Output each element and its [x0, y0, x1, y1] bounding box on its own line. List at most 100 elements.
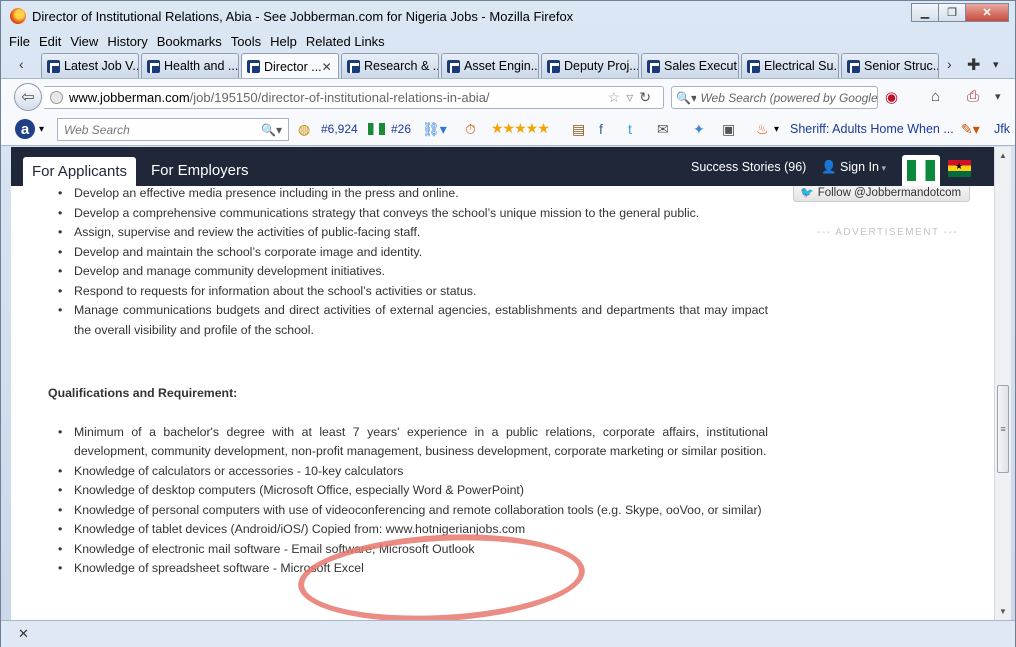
fire-icon[interactable]: ♨ [756, 121, 769, 138]
tab-asset[interactable]: Asset Engin... [441, 53, 539, 78]
search-engine-icon[interactable]: 🔍▾ [676, 91, 696, 105]
news-headline-link[interactable]: Sheriff: Adults Home When ... [790, 122, 954, 136]
tab-list-chevron-down-icon[interactable]: ▾ [993, 58, 999, 71]
toolbar-search-input[interactable]: Web Search 🔍▾ [57, 118, 289, 141]
new-tab-icon[interactable]: ✚ [967, 55, 980, 75]
close-icon[interactable]: ✕ [18, 626, 29, 642]
minimize-button[interactable]: ▁ [911, 3, 938, 22]
page-viewport: Develop an effective media presence incl… [11, 147, 994, 620]
url-actions: ☆▿↻ [608, 89, 657, 106]
tools-icon[interactable]: ✎▾ [961, 121, 980, 138]
menu-bookmarks[interactable]: Bookmarks [157, 34, 222, 49]
list-item: Minimum of a bachelor's degree with at l… [48, 423, 768, 462]
toolbar-chevron-down-icon[interactable]: ▾ [995, 90, 1001, 103]
list-item: Assign, supervise and review the activit… [48, 223, 768, 243]
success-stories-link[interactable]: Success Stories (96) [691, 160, 806, 174]
tab-bar: ‹ Latest Job V... Health and ... Directo… [1, 52, 1015, 79]
alexa-logo-icon[interactable]: a [15, 119, 35, 139]
menu-edit[interactable]: Edit [39, 34, 61, 49]
twitter-icon[interactable]: t [628, 121, 632, 137]
find-bar: ✕ [1, 620, 1015, 647]
sparkle-icon[interactable]: ✦ [693, 121, 705, 138]
tab-for-employers[interactable]: For Employers [151, 162, 249, 179]
jobberman-favicon-icon [447, 59, 460, 73]
scroll-down-icon[interactable]: ▼ [999, 607, 1007, 616]
news-chevron-down-icon[interactable]: ▾ [774, 124, 779, 135]
qualifications-list: Minimum of a bachelor's degree with at l… [48, 423, 768, 579]
url-domain: www.jobberman.com [69, 90, 190, 105]
ghana-site-flag-icon[interactable] [948, 160, 971, 177]
alexa-chevron-down-icon[interactable]: ▾ [39, 124, 44, 135]
menu-tools[interactable]: Tools [231, 34, 261, 49]
window-controls: ▁ ❐ ✕ [911, 3, 1009, 22]
pdf-tool-icon[interactable]: ⎙ [967, 88, 979, 105]
twitter-bird-icon: 🐦 [800, 187, 814, 199]
email-icon[interactable]: ✉ [657, 121, 669, 138]
scroll-up-icon[interactable]: ▲ [999, 151, 1007, 160]
timer-icon[interactable]: ⏱ [465, 121, 476, 138]
book-icon[interactable]: ▤ [572, 121, 585, 138]
tab-electrical[interactable]: Electrical Su... [741, 53, 839, 78]
rating-stars-icon[interactable]: ★★★★★ [491, 120, 550, 137]
global-rank[interactable]: #6,924 [321, 122, 358, 136]
menu-view[interactable]: View [70, 34, 98, 49]
search-icon[interactable]: 🔍▾ [261, 123, 282, 137]
tab-for-applicants[interactable]: For Applicants [23, 157, 136, 186]
home-icon[interactable]: ⌂ [931, 88, 940, 105]
jobberman-favicon-icon [547, 59, 560, 73]
menu-bar: File Edit View History Bookmarks Tools H… [1, 31, 1015, 51]
card-icon[interactable]: ▣ [722, 121, 735, 138]
tab-scroll-right-icon[interactable]: › [947, 56, 952, 72]
jobberman-favicon-icon [347, 59, 360, 73]
close-window-button[interactable]: ✕ [965, 3, 1009, 22]
vertical-scrollbar[interactable]: ▲ ≡ ▼ [994, 147, 1011, 620]
tab-close-icon[interactable]: ✕ [322, 60, 332, 74]
bookmark-star-icon[interactable]: ☆ [608, 89, 627, 105]
tab-research[interactable]: Research & ... [341, 53, 439, 78]
tab-health[interactable]: Health and ... [141, 53, 239, 78]
twitter-follow-button[interactable]: 🐦 Follow @Jobbermandotcom [793, 184, 970, 202]
jobberman-favicon-icon [47, 59, 60, 73]
facebook-icon[interactable]: f [599, 121, 603, 137]
maximize-button[interactable]: ❐ [938, 3, 965, 22]
back-button[interactable]: ⇦ [14, 83, 42, 111]
url-bar[interactable]: www.jobberman.com/job/195150/director-of… [44, 86, 664, 109]
tab-latest-job[interactable]: Latest Job V... [41, 53, 139, 78]
browser-window: Director of Institutional Relations, Abi… [0, 0, 1016, 647]
url-dropdown-icon[interactable]: ▿ [626, 89, 639, 105]
toolbar-search-placeholder: Web Search [64, 122, 130, 137]
scrollbar-thumb[interactable]: ≡ [997, 385, 1009, 473]
jobberman-favicon-icon [247, 60, 260, 73]
list-item: Knowledge of tablet devices (Android/iOS… [48, 520, 768, 540]
url-path: /job/195150/director-of-institutional-re… [189, 90, 490, 105]
tab-deputy[interactable]: Deputy Proj... [541, 53, 639, 78]
sign-in-menu[interactable]: 👤 Sign In ▾ [821, 160, 886, 175]
site-header: For Applicants For Employers Success Sto… [11, 147, 994, 186]
nigeria-site-flag-icon[interactable] [902, 155, 940, 186]
menu-help[interactable]: Help [270, 34, 297, 49]
tab-senior[interactable]: Senior Struc... [841, 53, 939, 78]
menu-file[interactable]: File [9, 34, 30, 49]
jobberman-favicon-icon [747, 59, 760, 73]
responsibilities-list: Develop an effective media presence incl… [48, 184, 768, 340]
list-item: Knowledge of personal computers with use… [48, 501, 768, 521]
list-item: Develop and manage community development… [48, 262, 768, 282]
list-item: Knowledge of calculators or accessories … [48, 462, 768, 482]
advertisement-label: --- ADVERTISEMENT --- [817, 227, 959, 238]
title-bar: Director of Institutional Relations, Abi… [1, 1, 1015, 31]
window-title: Director of Institutional Relations, Abi… [32, 8, 574, 24]
jobberman-favicon-icon [647, 59, 660, 73]
tab-director-active[interactable]: Director ... ✕ [241, 53, 339, 79]
web-search-input[interactable]: 🔍▾ Web Search (powered by Google) [671, 86, 878, 109]
link-icon[interactable]: ⛓▾ [422, 121, 447, 138]
chevron-down-icon: ▾ [878, 163, 886, 173]
country-rank[interactable]: #26 [391, 122, 411, 136]
menu-related-links[interactable]: Related Links [306, 34, 385, 49]
tab-sales[interactable]: Sales Execut... [641, 53, 739, 78]
menu-history[interactable]: History [107, 34, 147, 49]
reload-icon[interactable]: ↻ [639, 89, 657, 105]
tab-scroll-left-icon[interactable]: ‹ [19, 56, 24, 72]
overflow-news-link[interactable]: Jfk [994, 122, 1010, 136]
list-item: Knowledge of desktop computers (Microsof… [48, 481, 768, 501]
record-icon[interactable]: ◉ [885, 88, 898, 106]
